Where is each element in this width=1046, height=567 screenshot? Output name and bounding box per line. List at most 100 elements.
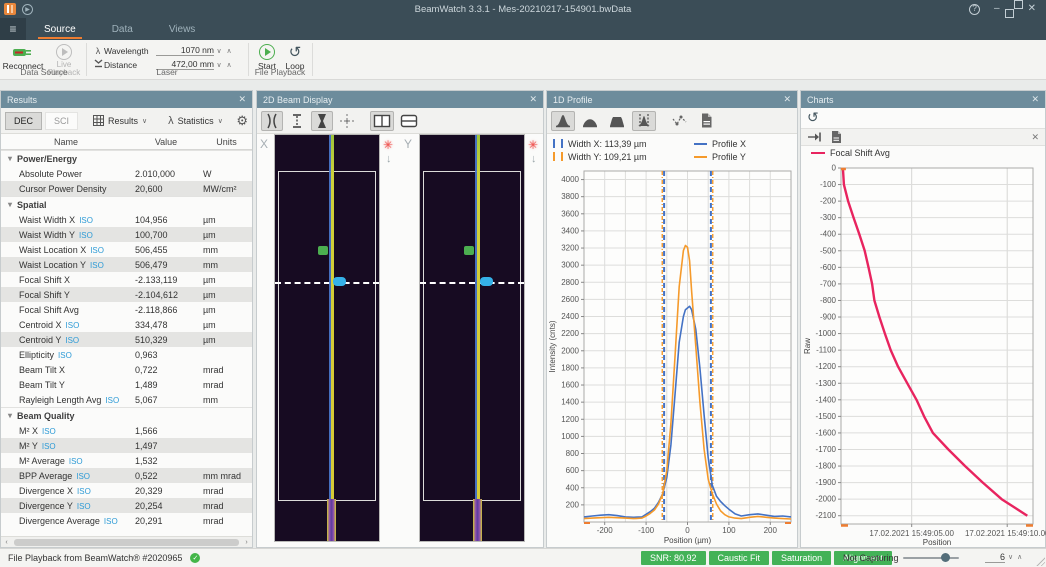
table-row[interactable]: Divergence XISO20,329mrad (1, 483, 252, 498)
svg-text:-200: -200 (820, 197, 837, 206)
cursor-marker-cyan[interactable] (333, 277, 346, 286)
csv-file-icon[interactable] (830, 130, 843, 144)
split-horizontal-button[interactable] (397, 111, 421, 131)
scroll-left-icon[interactable]: ‹ (1, 539, 12, 546)
cursor-dashed-line[interactable] (420, 282, 524, 284)
caustic-view-button[interactable] (261, 111, 283, 131)
wavelength-input[interactable]: 1070 nm (156, 45, 214, 56)
table-row[interactable]: Divergence AverageISO20,291mrad (1, 513, 252, 528)
focal-shift-chart-plot[interactable]: 0-100-200-300-400-500-600-700-800-900-10… (801, 159, 1046, 547)
beamwatch-window: ▶ BeamWatch 3.3.1 - Mes-20210217-154901.… (0, 0, 1046, 567)
profile1d-close-icon[interactable]: ✕ (783, 94, 791, 105)
beam-view-y[interactable] (419, 134, 525, 542)
playback-slider[interactable] (903, 557, 959, 559)
table-row[interactable]: Focal Shift X-2.133,119µm (1, 272, 252, 287)
profile-chart-plot[interactable]: 2004006008001000120014001600180020002200… (547, 163, 799, 548)
results-table-header: Name Value Units (1, 134, 252, 150)
export-csv-button[interactable] (695, 111, 717, 131)
tab-source[interactable]: Source (26, 18, 94, 40)
table-row[interactable]: Focal Shift Avg-2.118,866µm (1, 302, 252, 317)
count-spinner-icons[interactable]: ∨∧ (1008, 553, 1026, 561)
menu-hamburger-icon[interactable]: ≡ (0, 18, 26, 40)
help-button[interactable]: ? (969, 4, 980, 15)
slider-handle[interactable] (941, 553, 950, 562)
results-toolbar: DEC SCI Results ∨ λ Statistics ∨ ⚙ (1, 108, 252, 134)
y-axis-label: Intensity (cnts) (548, 320, 557, 372)
svg-text:100: 100 (722, 526, 736, 535)
svg-text:3400: 3400 (561, 226, 579, 235)
wavelength-dropdown-icon[interactable]: ∨ (214, 47, 224, 55)
minimize-button[interactable]: – (994, 4, 1000, 14)
table-row[interactable]: Centroid YISO510,329µm (1, 332, 252, 347)
table-row[interactable]: Focal Shift Y-2.104,612µm (1, 287, 252, 302)
profile-width-lines-button[interactable] (632, 111, 656, 131)
table-row[interactable]: Waist Location YISO506,479mm (1, 257, 252, 272)
beam-y-label: Y (404, 137, 412, 151)
table-row[interactable]: M² XISO1,566 (1, 423, 252, 438)
window-title: BeamWatch 3.3.1 - Mes-20210217-154901.bw… (0, 4, 1046, 15)
table-row[interactable]: Centroid XISO334,478µm (1, 317, 252, 332)
table-row[interactable]: Cursor Power Density20,600MW/cm² (1, 181, 252, 196)
svg-text:-1400: -1400 (816, 395, 837, 404)
axial-bars-button[interactable] (286, 111, 308, 131)
scroll-right-icon[interactable]: › (241, 539, 252, 546)
results-close-icon[interactable]: ✕ (238, 94, 246, 105)
table-row[interactable]: Absolute Power2.010,000W (1, 166, 252, 181)
scrollbar-thumb[interactable] (14, 539, 239, 546)
table-row[interactable]: Waist Width YISO100,700µm (1, 227, 252, 242)
results-horizontal-scrollbar[interactable]: ‹ › (1, 536, 252, 547)
table-row[interactable]: Divergence YISO20,254mrad (1, 498, 252, 513)
table-row[interactable]: Beam Tilt X0,722mrad (1, 362, 252, 377)
lambda-icon: λ (168, 115, 174, 127)
profile-peak-button[interactable] (551, 111, 575, 131)
width-lines-icon (635, 112, 653, 129)
svg-text:-1500: -1500 (816, 412, 837, 421)
autoscroll-icon[interactable] (807, 131, 822, 143)
chart-refresh-icon[interactable]: ↺ (807, 109, 819, 126)
results-menu-button[interactable]: Results ∨ (89, 111, 151, 131)
profile-fit-curve-button[interactable] (668, 111, 692, 131)
beam2d-close-icon[interactable]: ✕ (529, 94, 537, 105)
beam-line-bottom (327, 499, 336, 541)
split-vertical-button[interactable] (370, 111, 394, 131)
table-row[interactable]: M² YISO1,497 (1, 438, 252, 453)
resize-grip[interactable] (1035, 556, 1045, 566)
wavelength-spinner-icon[interactable]: ∧ (224, 47, 234, 55)
waist-marker-green[interactable] (318, 246, 328, 255)
x-axis-label: Position (923, 538, 951, 547)
laser-source-icon: ✳ (383, 138, 393, 152)
tab-views[interactable]: Views (151, 18, 214, 40)
svg-text:2800: 2800 (561, 278, 579, 287)
close-button[interactable]: ✕ (1028, 4, 1036, 14)
svg-text:4000: 4000 (561, 175, 579, 184)
beam-view-x[interactable] (274, 134, 380, 542)
count-input[interactable]: 6 (985, 552, 1005, 563)
waist-view-button[interactable] (311, 111, 333, 131)
table-group-row[interactable]: ▾Power/Energy (1, 150, 252, 166)
quick-access-play-icon[interactable]: ▶ (22, 4, 33, 15)
beam-direction-arrow-icon: ↓ (531, 153, 537, 165)
table-row[interactable]: Waist Width XISO104,956µm (1, 212, 252, 227)
table-row[interactable]: Beam Tilt Y1,489mrad (1, 377, 252, 392)
table-group-row[interactable]: ▾Spatial (1, 196, 252, 212)
statistics-menu-button[interactable]: λ Statistics ∨ (164, 111, 227, 131)
charts-close-icon[interactable]: ✕ (1031, 94, 1039, 105)
waist-marker-green[interactable] (464, 246, 474, 255)
table-group-row[interactable]: ▾Beam Quality (1, 407, 252, 423)
cursor-dashed-line[interactable] (275, 282, 379, 284)
settings-gear-icon[interactable]: ⚙ (236, 113, 248, 129)
table-row[interactable]: Waist Location XISO506,455mm (1, 242, 252, 257)
table-row[interactable]: EllipticityISO0,963 (1, 347, 252, 362)
profile-gauss-button[interactable] (578, 111, 602, 131)
tab-data[interactable]: Data (94, 18, 151, 40)
table-row[interactable]: BPP AverageISO0,522mm mrad (1, 468, 252, 483)
profile-tophat-button[interactable] (605, 111, 629, 131)
table-row[interactable]: Rayleigh Length AvgISO5,067mm (1, 392, 252, 407)
chart-close-icon[interactable]: ✕ (1031, 132, 1039, 143)
sci-toggle[interactable]: SCI (45, 112, 78, 130)
status-bar: File Playback from BeamWatch® #2020965 ✓… (0, 548, 1046, 567)
dec-toggle[interactable]: DEC (5, 112, 42, 130)
table-row[interactable]: M² AverageISO1,532 (1, 453, 252, 468)
crosshair-button[interactable] (336, 111, 358, 131)
cursor-marker-cyan[interactable] (480, 277, 493, 286)
